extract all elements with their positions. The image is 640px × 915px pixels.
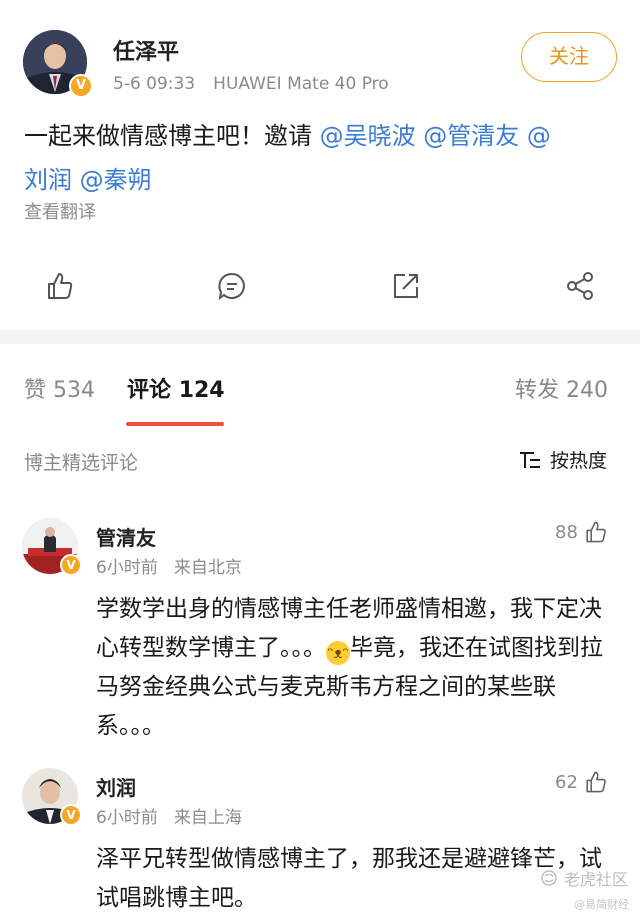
- post-text: 一起来做情感博主吧！邀请 @吴晓波 @管清友 @ 刘润 @秦朔: [24, 114, 624, 202]
- section-divider: [0, 330, 640, 344]
- comment-author[interactable]: 刘润: [96, 772, 136, 801]
- comment-meta: 6小时前 来自北京: [96, 553, 242, 578]
- comment-text: 泽平兄转型做情感博主了，那我还是避避锋芒，试试唱跳博主吧。: [96, 846, 602, 911]
- post-time: 5-6 09:33: [113, 74, 196, 94]
- comment-filter-row: 博主精选评论 按热度: [0, 440, 640, 480]
- tab-comments-label: 评论: [127, 378, 172, 403]
- comment-like-button[interactable]: 88: [555, 520, 608, 544]
- tab-reposts-label: 转发: [515, 378, 560, 403]
- verified-badge-icon: V: [60, 804, 82, 826]
- tab-comments-count: 124: [178, 378, 225, 403]
- comment-location: 来自上海: [173, 808, 242, 828]
- author-avatar[interactable]: V: [23, 30, 93, 100]
- laughing-emoji-icon: ᵔᴥᵔ: [326, 641, 350, 665]
- comment-icon[interactable]: [212, 266, 252, 306]
- post-action-bar: [0, 266, 640, 310]
- comment-like-count: 62: [555, 771, 578, 793]
- tiger-logo-icon: [541, 870, 557, 886]
- filter-label: 博主精选评论: [24, 452, 139, 474]
- mention-link[interactable]: @: [527, 122, 551, 150]
- sort-icon: [520, 451, 540, 468]
- post-device: HUAWEI Mate 40 Pro: [213, 74, 389, 94]
- mention-link[interactable]: @吴晓波: [320, 122, 416, 150]
- comment-avatar[interactable]: V: [22, 518, 84, 580]
- verified-badge-icon: V: [60, 554, 82, 576]
- mention-link[interactable]: @管清友: [423, 122, 519, 150]
- like-icon[interactable]: [40, 266, 80, 306]
- watermark-sub: @易简财经: [574, 898, 629, 911]
- comment-author[interactable]: 管清友: [96, 522, 156, 551]
- sort-button[interactable]: 按热度: [518, 446, 607, 473]
- tab-likes[interactable]: 赞 534: [24, 372, 95, 404]
- thumb-up-icon: [586, 771, 606, 793]
- comment-item: V 刘润 6小时前 来自上海 62 泽平兄转型做情感博主了，那我还是避避锋芒，试试…: [0, 768, 640, 915]
- thumb-up-icon: [586, 521, 606, 543]
- mention-link[interactable]: 刘润: [24, 166, 72, 194]
- watermark: 老虎社区: [540, 866, 628, 890]
- comment-time: 6小时前: [96, 808, 158, 828]
- post-text-prefix: 一起来做情感博主吧！邀请: [24, 122, 320, 150]
- repost-icon[interactable]: [386, 266, 426, 306]
- weibo-post: V 任泽平 5-6 09:33 HUAWEI Mate 40 Pro 关注 一起来…: [0, 0, 640, 330]
- comment-like-button[interactable]: 62: [555, 770, 608, 794]
- active-tab-indicator: [126, 422, 224, 426]
- tab-likes-count: 534: [53, 378, 96, 403]
- post-meta: 5-6 09:33 HUAWEI Mate 40 Pro: [113, 74, 389, 94]
- mention-link[interactable]: @秦朔: [80, 166, 152, 194]
- tab-likes-label: 赞: [24, 378, 47, 403]
- author-name[interactable]: 任泽平: [113, 34, 179, 66]
- tab-reposts-count: 240: [566, 378, 609, 403]
- tab-comments[interactable]: 评论 124: [127, 372, 225, 404]
- follow-button[interactable]: 关注: [521, 32, 617, 82]
- comment-item: V 管清友 6小时前 来自北京 88 学数学出身的情感博主任老师盛情相邀，我下定决…: [0, 518, 640, 739]
- comment-avatar[interactable]: V: [22, 768, 84, 830]
- sort-label: 按热度: [550, 450, 608, 472]
- watermark-text: 老虎社区: [564, 870, 629, 889]
- share-icon[interactable]: [560, 266, 600, 306]
- comment-like-count: 88: [555, 521, 578, 543]
- interaction-tabs: 赞 534 评论 124 转发 240: [0, 344, 640, 428]
- tab-reposts[interactable]: 转发 240: [515, 372, 608, 404]
- verified-badge-icon: V: [69, 74, 93, 98]
- comment-location: 来自北京: [173, 558, 242, 578]
- comment-text: 学数学出身的情感博主任老师盛情相邀，我下定决心转型数学博主了。。。ᵔᴥᵔ毕竟，我…: [96, 590, 612, 746]
- translate-link[interactable]: 查看翻译: [24, 198, 96, 224]
- comment-time: 6小时前: [96, 558, 158, 578]
- comment-meta: 6小时前 来自上海: [96, 803, 242, 828]
